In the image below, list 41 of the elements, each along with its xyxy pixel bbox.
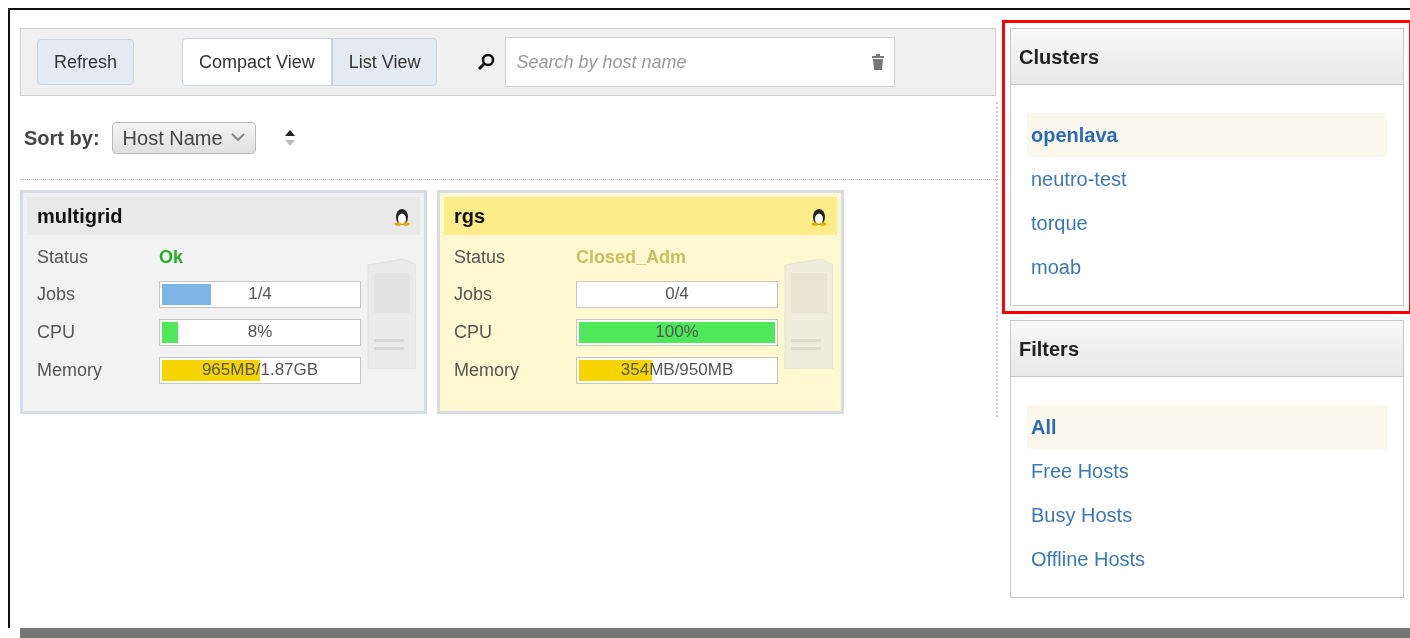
host-name: rgs <box>454 204 486 229</box>
chevron-down-icon <box>230 133 245 142</box>
field-label: Status <box>37 245 90 269</box>
search-icon <box>477 53 496 71</box>
field-label: Memory <box>37 358 103 382</box>
view-tab[interactable]: List View <box>331 38 438 86</box>
meter-reading: 8% <box>246 321 274 344</box>
penguin-icon <box>811 206 827 226</box>
panel-link[interactable]: openlava <box>1027 113 1387 157</box>
panel-link[interactable]: neutro-test <box>1027 157 1387 201</box>
view-tab[interactable]: Compact View <box>182 38 332 86</box>
field-label: Jobs <box>37 282 77 306</box>
status-value: Ok <box>159 245 183 269</box>
panel-link[interactable]: torque <box>1027 201 1387 245</box>
field-label: Status <box>454 245 507 269</box>
panel-link[interactable]: Busy Hosts <box>1027 493 1387 537</box>
meter-reading: 1/4 <box>247 283 273 306</box>
panel-link[interactable]: Free Hosts <box>1027 449 1387 493</box>
sort-dropdown[interactable]: Host Name <box>111 121 256 154</box>
host-card[interactable]: multigrid Status Ok Jobs 1/4 CPU 8% Memory 965MB/1.87GB <box>20 190 427 414</box>
refresh-button[interactable]: Refresh <box>37 39 135 85</box>
meter-reading: 0/4 <box>664 283 690 306</box>
penguin-icon <box>394 206 410 226</box>
sort-label: Sort by: <box>24 125 100 151</box>
panel-link[interactable]: moab <box>1027 245 1387 289</box>
server-icon <box>781 259 833 369</box>
panel-title: Clusters <box>1019 44 1100 70</box>
panel-title: Filters <box>1019 336 1080 362</box>
meter-reading: 100% <box>654 321 700 344</box>
field-label: CPU <box>37 320 76 344</box>
host-name: multigrid <box>37 204 123 229</box>
panel-link[interactable]: Offline Hosts <box>1027 537 1387 581</box>
meter-reading: 965MB/1.87GB <box>200 359 320 382</box>
field-label: CPU <box>454 320 493 344</box>
trash-icon[interactable] <box>871 54 886 70</box>
search-field[interactable]: Search by host name <box>505 37 896 87</box>
server-icon <box>364 259 416 369</box>
status-value: Closed_Adm <box>576 245 687 269</box>
field-label: Memory <box>454 358 520 382</box>
field-label: Jobs <box>454 282 494 306</box>
panel-link[interactable]: All <box>1027 405 1387 449</box>
